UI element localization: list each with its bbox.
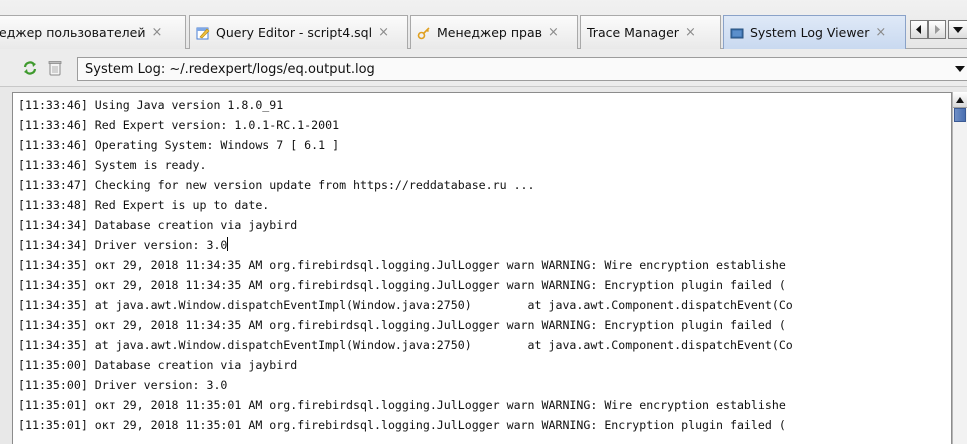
log-line: [11:35:00] Database creation via jaybird <box>18 355 793 375</box>
log-file-select-value: System Log: ~/.redexpert/logs/eq.output.… <box>85 61 375 77</box>
scroll-up-button[interactable] <box>953 92 967 108</box>
tab-label: Trace Manager <box>587 25 679 40</box>
log-line-text: [11:34:35] at java.awt.Window.dispatchEv… <box>18 298 793 312</box>
log-line: [11:34:34] Driver version: 3.0 <box>18 235 793 255</box>
tab-label: Менеджер прав <box>437 25 542 40</box>
scrollbar-thumb[interactable] <box>954 108 966 122</box>
log-line-text: [11:33:46] Operating System: Windows 7 [… <box>18 138 340 152</box>
log-line-text: [11:35:00] Database creation via jaybird <box>18 358 298 372</box>
log-line-text: [11:34:35] окт 29, 2018 11:34:35 AM org.… <box>18 258 786 272</box>
close-icon[interactable]: × <box>875 26 887 39</box>
reload-button[interactable] <box>22 60 38 76</box>
tab-query-editor[interactable]: Query Editor - script4.sql × <box>189 15 408 49</box>
log-line: [11:33:47] Checking for new version upda… <box>18 175 793 195</box>
log-line-text: [11:33:46] System is ready. <box>18 158 207 172</box>
left-arrow-icon <box>916 25 921 34</box>
log-line: [11:33:46] Operating System: Windows 7 [… <box>18 135 793 155</box>
log-line: [11:34:34] Database creation via jaybird <box>18 215 793 235</box>
close-icon[interactable]: × <box>548 26 560 39</box>
tab-scroll-left-button[interactable] <box>910 20 928 39</box>
tab-label: еджер пользователей <box>0 25 146 40</box>
log-line: [11:34:35] окт 29, 2018 11:34:35 AM org.… <box>18 315 793 335</box>
log-line-text: [11:33:47] Checking for new version upda… <box>18 178 535 192</box>
log-line-text: [11:34:35] окт 29, 2018 11:34:35 AM org.… <box>18 278 786 292</box>
trash-icon <box>48 61 62 76</box>
tab-user-manager[interactable]: еджер пользователей × <box>0 15 186 49</box>
log-line-text: [11:34:34] Database creation via jaybird <box>18 218 298 232</box>
log-line: [11:35:00] Driver version: 3.0 <box>18 375 793 395</box>
log-file-select[interactable]: System Log: ~/.redexpert/logs/eq.output.… <box>77 57 967 81</box>
grants-manager-icon <box>417 26 430 39</box>
log-line: [11:33:46] Red Expert version: 1.0.1-RC.… <box>18 115 793 135</box>
tab-system-log-viewer[interactable]: System Log Viewer × <box>723 15 906 49</box>
text-caret <box>227 237 229 251</box>
up-arrow-icon <box>956 96 964 103</box>
close-icon[interactable]: × <box>685 26 697 39</box>
dropdown-arrow-icon <box>953 26 963 33</box>
log-line-text: [11:35:00] Driver version: 3.0 <box>18 378 228 392</box>
log-text-area[interactable]: [11:33:46] Using Java version 1.8.0_91 [1… <box>12 92 952 444</box>
tab-grants-manager[interactable]: Менеджер прав × <box>410 15 578 49</box>
log-lines: [11:33:46] Using Java version 1.8.0_91 [1… <box>18 95 793 435</box>
log-line: [11:34:35] окт 29, 2018 11:34:35 AM org.… <box>18 255 793 275</box>
log-line-text: [11:33:46] Using Java version 1.8.0_91 <box>18 98 284 112</box>
log-line-text: [11:34:34] Driver version: 3.0 <box>18 238 228 252</box>
log-line-text: [11:34:35] окт 29, 2018 11:34:35 AM org.… <box>18 318 786 332</box>
log-line-text: [11:33:46] Red Expert version: 1.0.1-RC.… <box>18 118 340 132</box>
log-line-text: [11:33:48] Red Expert is up to date. <box>18 198 270 212</box>
tab-list-button[interactable] <box>948 20 967 39</box>
chevron-down-icon <box>955 66 965 72</box>
log-line: [11:34:35] at java.awt.Window.dispatchEv… <box>18 335 793 355</box>
log-line: [11:34:35] at java.awt.Window.dispatchEv… <box>18 295 793 315</box>
log-line: [11:35:01] окт 29, 2018 11:35:01 AM org.… <box>18 415 793 435</box>
system-log-icon <box>730 28 744 38</box>
log-line: [11:33:46] System is ready. <box>18 155 793 175</box>
log-line: [11:34:35] окт 29, 2018 11:34:35 AM org.… <box>18 275 793 295</box>
log-line-text: [11:35:01] окт 29, 2018 11:35:01 AM org.… <box>18 398 786 412</box>
reload-icon <box>23 61 37 75</box>
log-pane: [11:33:46] Using Java version 1.8.0_91 [1… <box>0 87 967 444</box>
log-line-text: [11:35:01] окт 29, 2018 11:35:01 AM org.… <box>18 418 786 432</box>
editor-tab-bar: еджер пользователей × Query Editor - scr… <box>0 0 967 49</box>
tab-label: System Log Viewer <box>750 25 870 40</box>
tab-trace-manager[interactable]: Trace Manager × <box>580 15 721 49</box>
right-arrow-icon <box>935 25 940 34</box>
tab-scroll-right-button[interactable] <box>928 20 946 39</box>
clear-log-button[interactable] <box>47 60 63 76</box>
close-icon[interactable]: × <box>151 26 163 39</box>
log-line-text: [11:34:35] at java.awt.Window.dispatchEv… <box>18 338 793 352</box>
log-toolbar: System Log: ~/.redexpert/logs/eq.output.… <box>0 49 967 87</box>
tab-label: Query Editor - script4.sql <box>216 25 373 40</box>
log-line: [11:33:48] Red Expert is up to date. <box>18 195 793 215</box>
query-editor-icon <box>196 27 210 39</box>
log-line: [11:33:46] Using Java version 1.8.0_91 <box>18 95 793 115</box>
log-line: [11:35:01] окт 29, 2018 11:35:01 AM org.… <box>18 395 793 415</box>
close-icon[interactable]: × <box>378 26 390 39</box>
vertical-scrollbar[interactable] <box>952 92 967 444</box>
